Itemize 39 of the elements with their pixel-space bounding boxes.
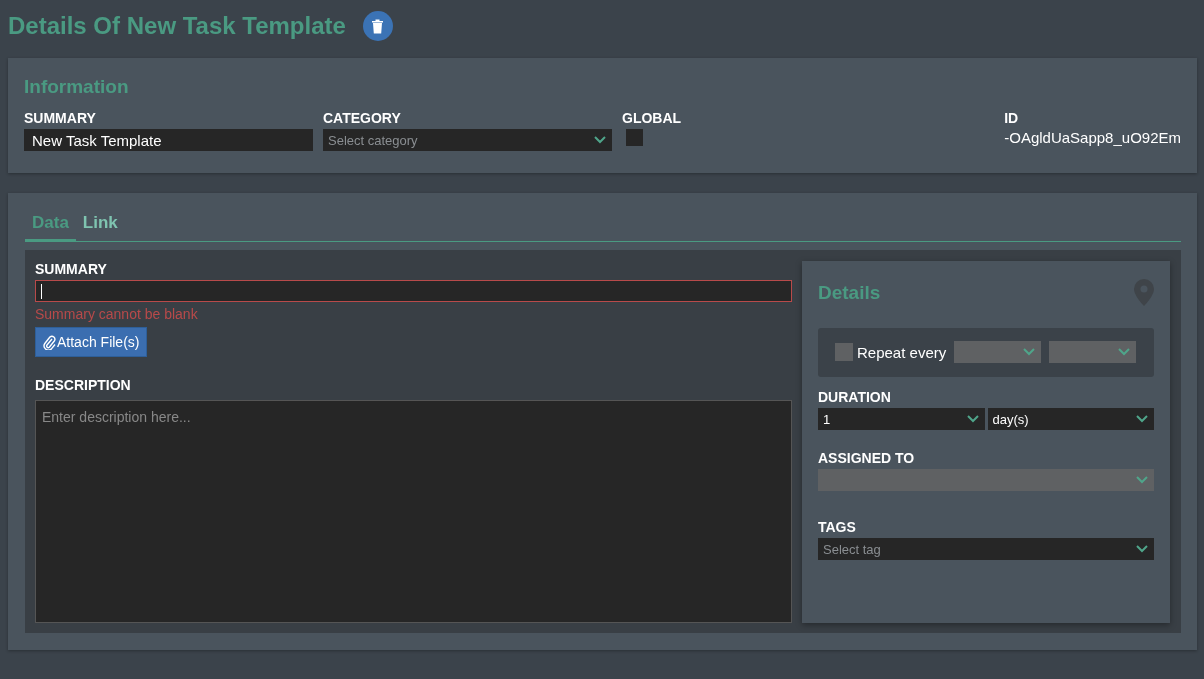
description-textarea[interactable]: Enter description here... [35,400,792,623]
category-dropdown[interactable]: Select category [323,129,612,151]
page-title: Details Of New Task Template [8,12,346,40]
unit-dropdown[interactable]: day(s) [987,408,1154,430]
trash-icon [371,18,385,34]
repeat-checkbox[interactable] [835,343,853,361]
chevron-down-icon [594,136,606,144]
tab[interactable]: Link [75,209,125,241]
field-label: ASSIGNED TO [818,450,916,466]
section-title: Information [24,76,130,98]
field-label: CATEGORY [323,110,402,126]
field-label: TAGS [818,519,857,535]
summary-input[interactable] [35,280,792,302]
section-title: Details [818,281,881,304]
period-dropdown[interactable] [1049,341,1137,363]
summary-input[interactable]: New Task Template [24,129,313,151]
interval-dropdown[interactable] [954,341,1042,363]
field-label: SUMMARY [24,110,97,126]
id-value: -OAgldUaSapp8_uO92Em [1004,129,1181,146]
error-message: Summary cannot be blank [35,306,199,322]
duration-dropdown[interactable]: 1 [818,408,985,430]
field-label: SUMMARY [35,261,108,277]
tags-dropdown[interactable]: Select tag [818,538,1154,560]
chevron-down-icon [966,415,979,423]
field-label: DURATION [818,389,892,405]
chevron-down-icon [1136,415,1148,423]
field-label: GLOBAL [622,110,683,126]
delete-button[interactable] [362,11,393,41]
chevron-down-icon [1023,348,1036,356]
chevron-down-icon [1136,476,1148,484]
checkbox-label: Repeat every [857,343,947,361]
global-checkbox[interactable] [626,129,643,146]
paperclip-icon [43,334,56,350]
text-cursor [41,283,42,299]
chevron-down-icon [1118,348,1131,356]
field-label: ID [1004,110,1020,126]
field-label: DESCRIPTION [35,377,132,393]
attach-files-button[interactable]: Attach File(s) [35,327,148,357]
chevron-down-icon [1136,545,1148,553]
